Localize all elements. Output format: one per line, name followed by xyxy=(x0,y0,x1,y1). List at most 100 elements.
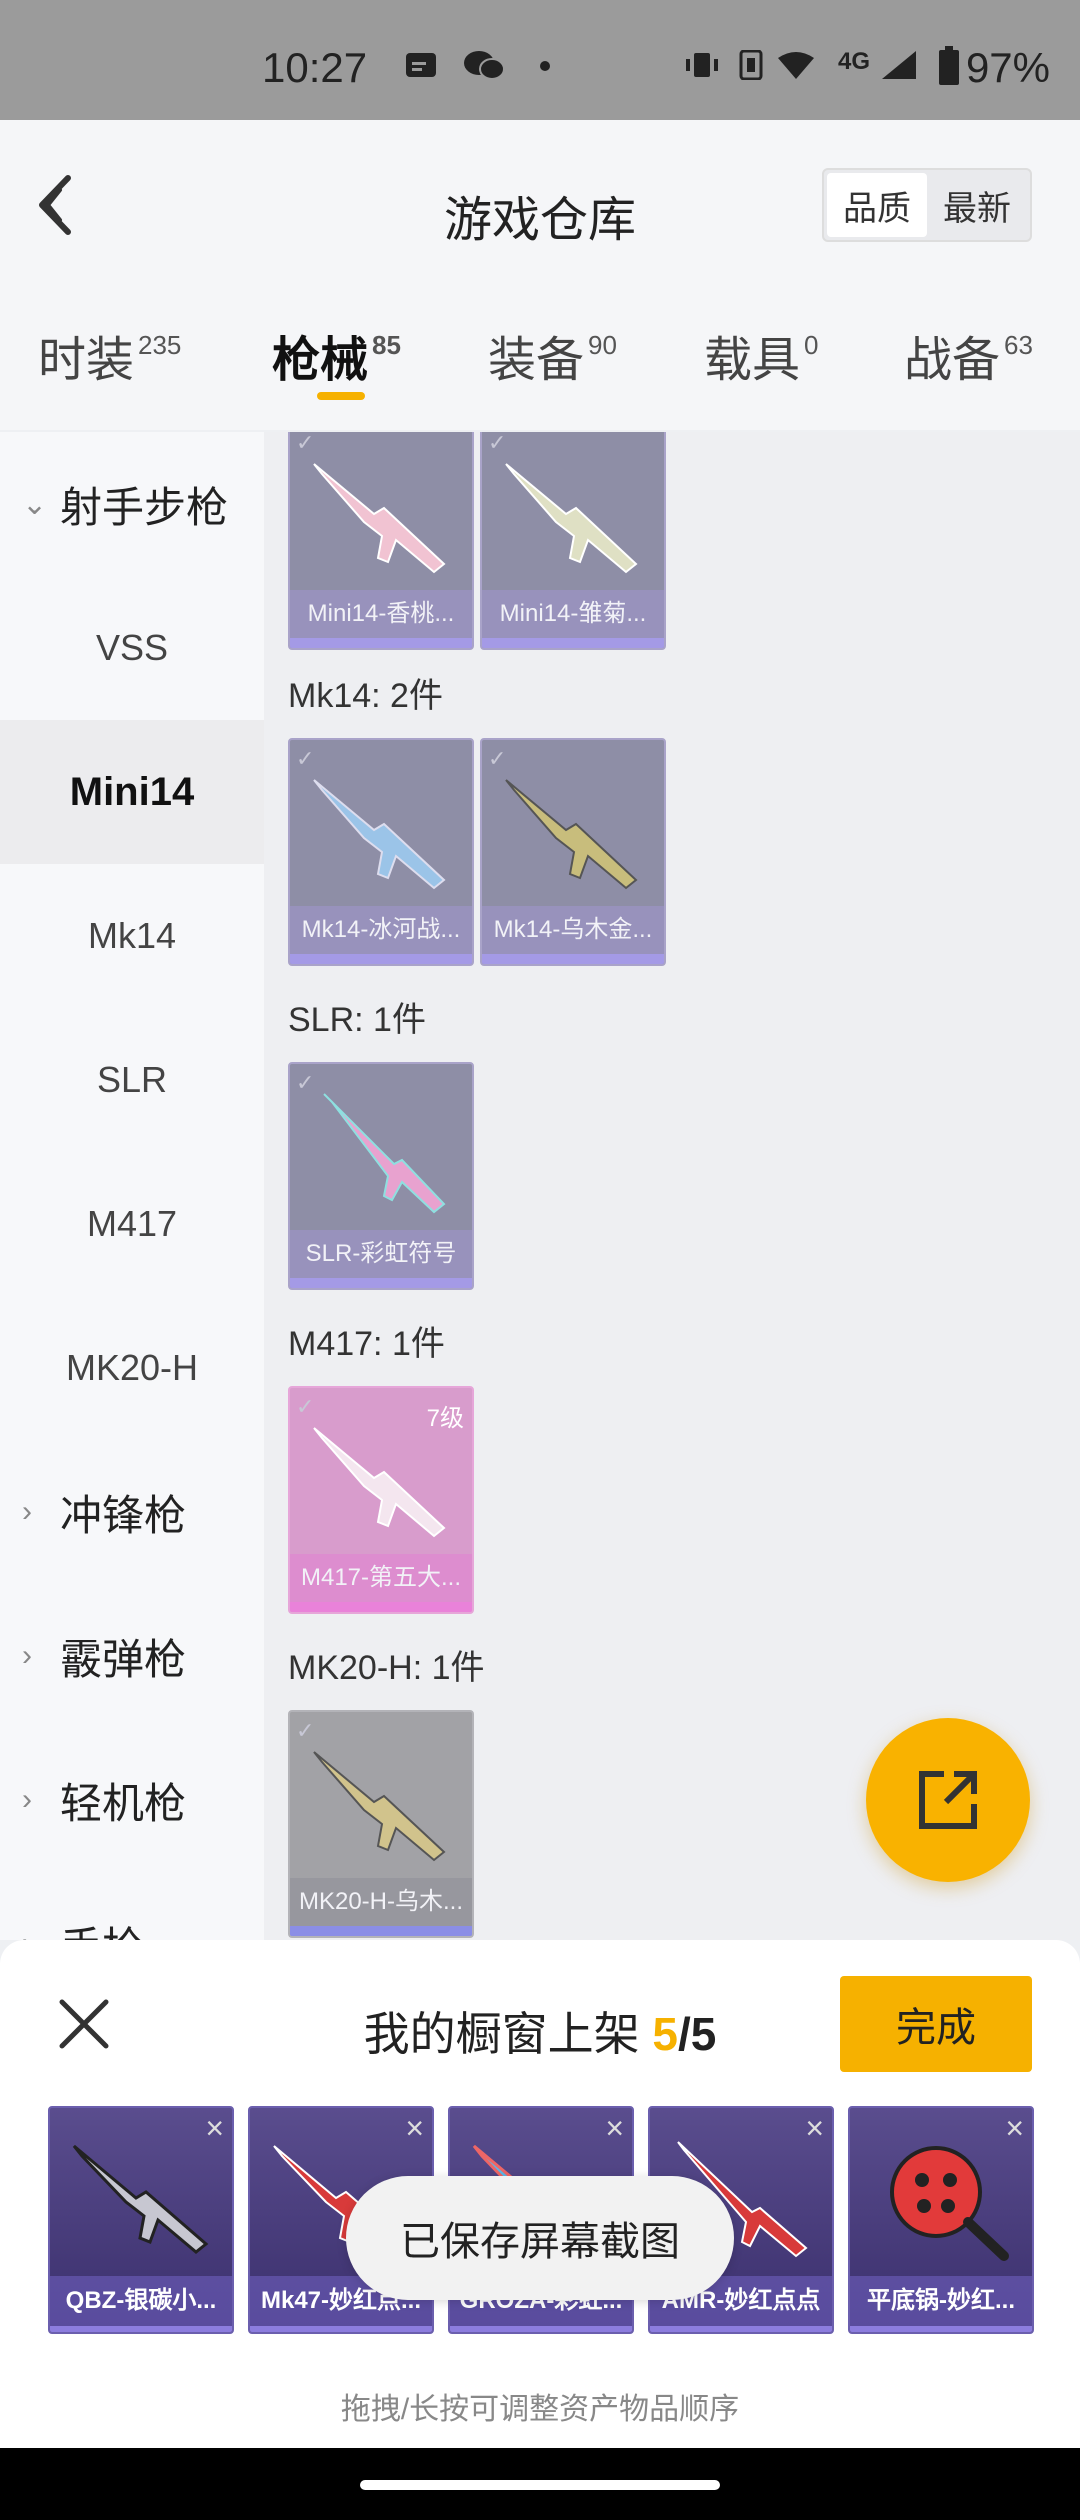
sidebar-item-label: 手枪 xyxy=(60,1914,144,1941)
wechat-icon xyxy=(464,51,505,80)
battery-icon xyxy=(939,46,959,85)
tab-label: 时装 xyxy=(38,334,135,387)
tab-label: 装备 xyxy=(488,334,585,387)
chevron-right-icon: › xyxy=(22,1783,32,1816)
sidebar-group-smg[interactable]: › 冲锋枪 xyxy=(0,1440,264,1584)
sidebar-item-mk14[interactable]: Mk14 xyxy=(0,864,264,1008)
section-title: SLR: 1件 xyxy=(288,1001,426,1039)
check-icon: ✓ xyxy=(296,1718,315,1743)
rarity-strip xyxy=(650,2326,832,2332)
sort-quality-button[interactable]: 品质 xyxy=(827,173,927,237)
network-type: 4G xyxy=(838,48,871,75)
sidebar-group-shotgun[interactable]: › 霰弹枪 xyxy=(0,1584,264,1728)
sheet-title-text: 我的橱窗上架 xyxy=(363,2008,640,2060)
home-gesture-handle[interactable] xyxy=(360,2480,720,2490)
tab-label: 战备 xyxy=(904,334,1001,387)
rifle-icon xyxy=(505,779,638,890)
showcase-slot[interactable]: × 平底锅-妙红... xyxy=(848,2106,1034,2334)
rifle-icon xyxy=(72,2144,209,2254)
tab-equipment[interactable]: 装备 90 xyxy=(488,320,617,390)
weapon-card[interactable]: ✓ Mini14-雏菊... xyxy=(480,432,666,650)
rarity-strip xyxy=(250,2326,432,2332)
tab-fashion[interactable]: 时装 235 xyxy=(38,320,181,390)
rarity-strip xyxy=(50,2326,232,2332)
sidebar-item-mk20h[interactable]: MK20-H xyxy=(0,1296,264,1440)
rifle-icon xyxy=(323,1093,446,1214)
status-bar: 10:27 4G 97% xyxy=(0,0,1080,120)
remove-icon[interactable]: × xyxy=(405,2112,424,2144)
weapon-card[interactable]: ✓ 7级 M417-第五大... xyxy=(288,1386,474,1614)
section-title: M417: 1件 xyxy=(288,1325,445,1363)
sidebar-item-m417[interactable]: M417 xyxy=(0,1152,264,1296)
sidebar-item-label: 冲锋枪 xyxy=(60,1491,187,1539)
sidebar-group-marksman-rifle[interactable]: ⌄ 射手步枪 xyxy=(0,432,264,576)
slot-name: QBZ-银碳小... xyxy=(50,2276,232,2326)
frying-pan-icon xyxy=(890,2146,1009,2261)
tab-count: 90 xyxy=(588,330,617,360)
weapon-name: Mk14-冰河战... xyxy=(290,906,472,954)
weapon-card[interactable]: ✓ Mk14-乌木金... xyxy=(480,738,666,966)
remove-icon[interactable]: × xyxy=(205,2112,224,2144)
sort-newest-button[interactable]: 最新 xyxy=(927,173,1027,237)
sidebar-item-slr[interactable]: SLR xyxy=(0,1008,264,1152)
check-icon: ✓ xyxy=(296,746,315,771)
weapon-card[interactable]: ✓ Mini14-香桃... xyxy=(288,432,474,650)
category-tabs: 时装 235 枪械 85 装备 90 载具 0 战备 63 xyxy=(0,320,1080,430)
vibrate-icon xyxy=(686,53,718,77)
slot-name: 平底锅-妙红... xyxy=(850,2276,1032,2326)
check-icon: ✓ xyxy=(296,1394,315,1419)
remove-icon[interactable]: × xyxy=(1005,2112,1024,2144)
remove-icon[interactable]: × xyxy=(805,2112,824,2144)
weapon-name: SLR-彩虹符号 xyxy=(290,1230,472,1278)
sidebar-item-label: 轻机枪 xyxy=(60,1779,187,1827)
weapon-card[interactable]: ✓ SLR-彩虹符号 xyxy=(288,1062,474,1290)
showcase-count: 5 xyxy=(652,2008,678,2060)
rarity-strip xyxy=(850,2326,1032,2332)
sim-icon xyxy=(739,50,763,80)
tab-vehicles[interactable]: 载具 0 xyxy=(704,320,818,390)
tab-count: 0 xyxy=(804,330,819,360)
showcase-slot[interactable]: × QBZ-银碳小... xyxy=(48,2106,234,2334)
active-tab-indicator xyxy=(317,392,365,400)
rifle-icon xyxy=(505,463,638,574)
rarity-strip xyxy=(290,954,472,964)
tab-count: 235 xyxy=(138,330,182,360)
share-icon xyxy=(919,1771,977,1829)
wifi-icon xyxy=(778,52,814,79)
tab-label: 载具 xyxy=(704,334,801,387)
dot-icon xyxy=(540,61,550,71)
sidebar-item-label: 霰弹枪 xyxy=(60,1635,187,1683)
done-button[interactable]: 完成 xyxy=(840,1976,1032,2072)
weapon-card[interactable]: ✓ MK20-H-乌木... xyxy=(288,1710,474,1938)
weapon-name: Mini14-雏菊... xyxy=(482,590,664,638)
rarity-strip xyxy=(290,638,472,648)
share-button[interactable] xyxy=(866,1718,1030,1882)
tab-label: 枪械 xyxy=(272,334,369,387)
sort-toggle: 品质 最新 xyxy=(822,168,1032,242)
rifle-icon xyxy=(313,463,446,574)
reorder-hint: 拖拽/长按可调整资产物品顺序 xyxy=(340,2393,740,2426)
tab-count: 63 xyxy=(1004,330,1033,360)
section-title: Mk14: 2件 xyxy=(288,677,443,715)
sidebar-item-mini14[interactable]: Mini14 xyxy=(0,720,264,864)
message-icon xyxy=(406,53,436,77)
tab-supplies[interactable]: 战备 63 xyxy=(904,320,1033,390)
rarity-strip xyxy=(290,1278,472,1288)
showcase-total: /5 xyxy=(678,2008,717,2060)
rarity-strip xyxy=(482,638,664,648)
sidebar-group-pistol[interactable]: › 手枪 xyxy=(0,1872,264,1941)
rarity-strip xyxy=(290,1602,472,1612)
rarity-strip xyxy=(450,2326,632,2332)
rifle-icon xyxy=(313,779,446,890)
sidebar-item-vss[interactable]: VSS xyxy=(0,576,264,720)
remove-icon[interactable]: × xyxy=(605,2112,624,2144)
status-time: 10:27 xyxy=(262,44,368,91)
rarity-strip xyxy=(290,1926,472,1936)
weapon-card[interactable]: ✓ Mk14-冰河战... xyxy=(288,738,474,966)
tab-weapons[interactable]: 枪械 85 xyxy=(272,320,401,400)
sidebar-group-lmg[interactable]: › 轻机枪 xyxy=(0,1728,264,1872)
weapon-name: MK20-H-乌木... xyxy=(290,1878,472,1926)
check-icon: ✓ xyxy=(488,746,507,771)
navigation-bar xyxy=(0,2448,1080,2520)
rifle-icon xyxy=(313,1751,446,1862)
